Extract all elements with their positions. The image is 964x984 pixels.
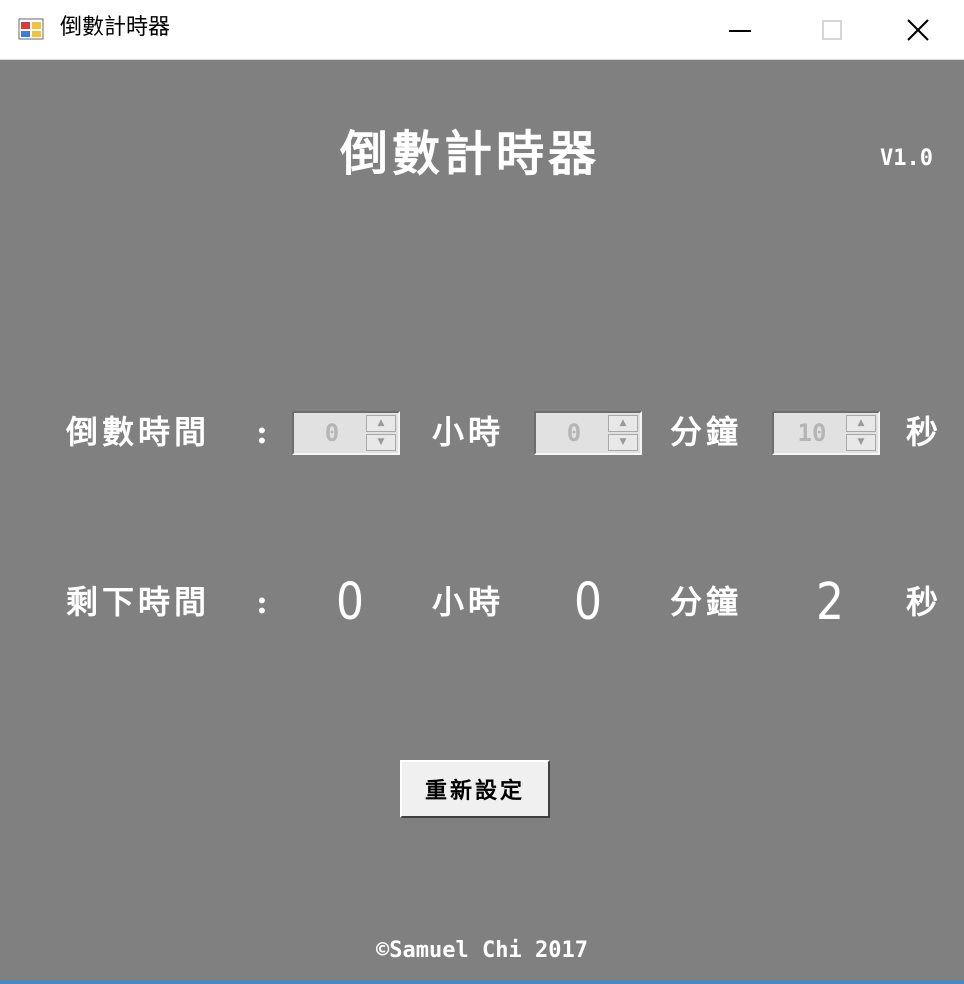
caret-up-icon: ▲ (857, 418, 865, 428)
minutes-spinner[interactable]: 0 ▲ ▼ (534, 411, 642, 455)
maximize-icon (822, 20, 842, 40)
remaining-colon: : (256, 583, 272, 621)
reset-button[interactable]: 重新設定 (400, 760, 550, 818)
minimize-icon (729, 30, 751, 32)
remaining-seconds-unit: 秒 (906, 583, 943, 621)
remaining-hours-unit: 小時 (432, 583, 505, 621)
remaining-minutes-unit: 分鐘 (670, 583, 743, 621)
window-bottom-border (0, 980, 964, 984)
seconds-spinner[interactable]: 10 ▲ ▼ (772, 411, 880, 455)
hours-spinner[interactable]: 0 ▲ ▼ (292, 411, 400, 455)
hours-spinner-value[interactable]: 0 (294, 413, 370, 453)
seconds-increment-button[interactable]: ▲ (846, 415, 876, 432)
close-button[interactable] (872, 0, 964, 60)
minutes-increment-button[interactable]: ▲ (608, 415, 638, 432)
minutes-spinner-value[interactable]: 0 (536, 413, 612, 453)
version-label: V1.0 (880, 146, 933, 171)
app-heading: 倒數計時器 (339, 126, 600, 182)
remaining-hours-value: 0 (336, 573, 364, 632)
title-bar[interactable]: 倒數計時器 (0, 0, 964, 60)
window-title: 倒數計時器 (60, 15, 171, 40)
countdown-minutes-unit: 分鐘 (670, 413, 743, 451)
caret-down-icon: ▼ (377, 437, 385, 447)
caret-down-icon: ▼ (619, 437, 627, 447)
caret-up-icon: ▲ (377, 418, 385, 428)
hours-increment-button[interactable]: ▲ (366, 415, 396, 432)
remaining-seconds-value: 2 (816, 573, 844, 632)
app-window: 倒數計時器 倒數計時器 V1.0 倒數時間 : 0 ▲ ▼ 小時 0 ▲ ▼ 分… (0, 0, 964, 984)
remaining-label: 剩下時間 (66, 583, 211, 621)
countdown-label: 倒數時間 (66, 413, 211, 451)
caret-down-icon: ▼ (857, 437, 865, 447)
minimize-button[interactable] (694, 0, 786, 60)
hours-spinner-buttons: ▲ ▼ (366, 415, 396, 451)
countdown-seconds-unit: 秒 (906, 413, 943, 451)
seconds-spinner-value[interactable]: 10 (774, 413, 850, 453)
countdown-hours-unit: 小時 (432, 413, 505, 451)
close-icon (907, 19, 929, 41)
maximize-button[interactable] (786, 0, 878, 60)
caret-up-icon: ▲ (619, 418, 627, 428)
hours-decrement-button[interactable]: ▼ (366, 434, 396, 451)
countdown-colon: : (256, 413, 272, 451)
minutes-spinner-buttons: ▲ ▼ (608, 415, 638, 451)
remaining-minutes-value: 0 (574, 573, 602, 632)
app-icon (18, 18, 44, 40)
seconds-spinner-buttons: ▲ ▼ (846, 415, 876, 451)
copyright-label: ©Samuel Chi 2017 (376, 938, 588, 963)
minutes-decrement-button[interactable]: ▼ (608, 434, 638, 451)
seconds-decrement-button[interactable]: ▼ (846, 434, 876, 451)
